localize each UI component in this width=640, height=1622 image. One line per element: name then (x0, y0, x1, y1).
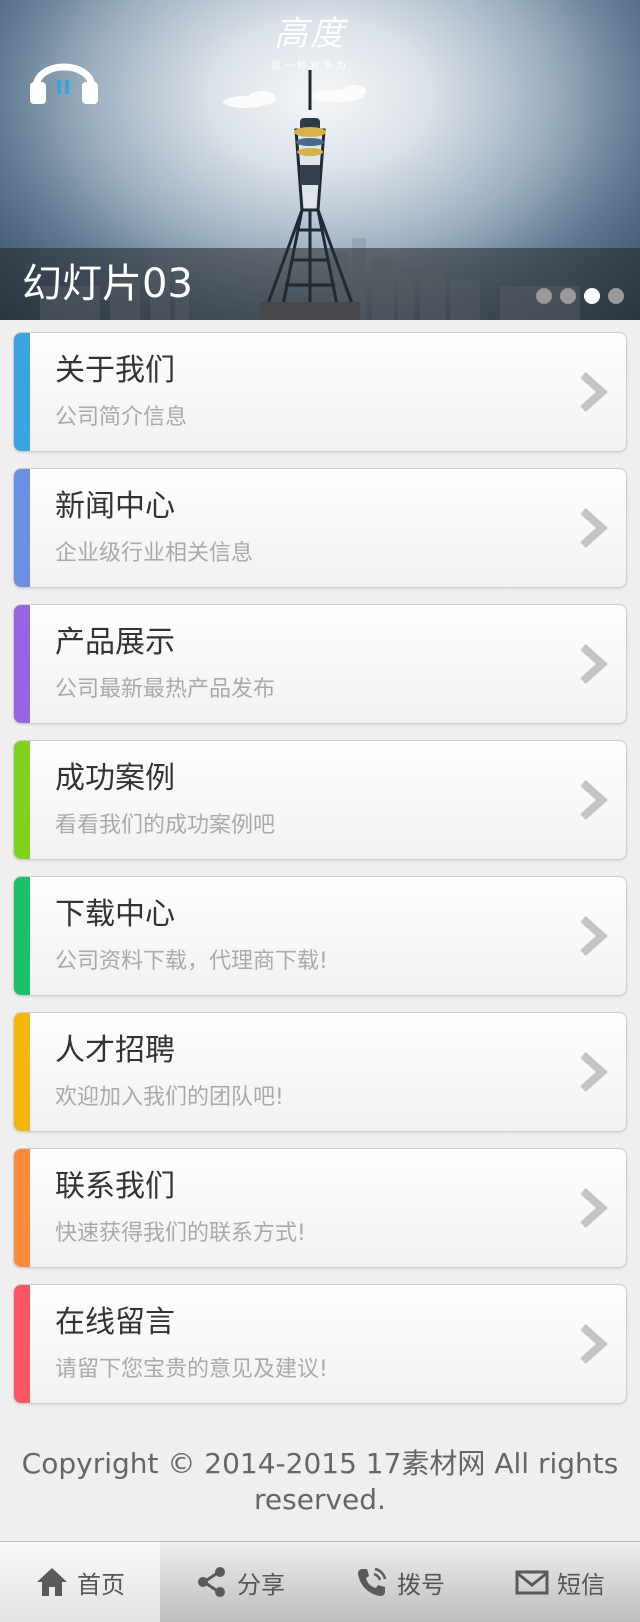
accent-bar (14, 605, 30, 723)
menu-item-title: 在线留言 (55, 1305, 175, 1340)
menu-item-title: 关于我们 (55, 353, 175, 388)
nav-home[interactable]: 首页 (0, 1542, 160, 1622)
nav-label: 首页 (77, 1570, 125, 1599)
menu-item-about[interactable]: 关于我们 公司简介信息 (13, 332, 627, 452)
menu-item-title: 联系我们 (55, 1169, 175, 1204)
menu-item-title: 产品展示 (55, 625, 175, 660)
share-icon (198, 1567, 225, 1597)
chevron-right-icon (580, 916, 608, 956)
chevron-right-icon (580, 1052, 608, 1092)
nav-label: 拨号 (397, 1570, 445, 1599)
menu-item-cases[interactable]: 成功案例 看看我们的成功案例吧 (13, 740, 627, 860)
menu-item-subtitle: 看看我们的成功案例吧 (55, 813, 276, 838)
accent-bar (14, 877, 30, 995)
menu-item-subtitle: 公司资料下载，代理商下载! (55, 949, 328, 974)
nav-sms[interactable]: 短信 (480, 1542, 640, 1622)
banner-slider[interactable]: 高度 是一种竞争力 幻灯片03 (0, 0, 640, 320)
nav-share[interactable]: 分享 (160, 1542, 320, 1622)
menu-item-subtitle: 欢迎加入我们的团队吧! (55, 1085, 284, 1110)
accent-bar (14, 1285, 30, 1403)
menu-list: 关于我们 公司简介信息 新闻中心 企业级行业相关信息 产品展示 公司最新最热产品… (13, 332, 627, 1420)
menu-item-subtitle: 企业级行业相关信息 (55, 541, 254, 566)
menu-item-title: 人才招聘 (55, 1033, 175, 1068)
menu-item-news[interactable]: 新闻中心 企业级行业相关信息 (13, 468, 627, 588)
slide-caption: 幻灯片03 (22, 261, 193, 307)
chevron-right-icon (580, 644, 608, 684)
copyright-text: Copyright © 2014-2015 17素材网 All rights r… (21, 1447, 619, 1516)
accent-bar (14, 741, 30, 859)
slide-dot-3[interactable] (584, 288, 600, 304)
slide-dot-1[interactable] (536, 288, 552, 304)
accent-bar (14, 1013, 30, 1131)
menu-item-subtitle: 请留下您宝贵的意见及建议! (55, 1357, 328, 1382)
brand-logo: 高度 是一种竞争力 (250, 6, 370, 72)
mail-icon (515, 1570, 549, 1595)
chevron-right-icon (580, 1188, 608, 1228)
chevron-right-icon (580, 1324, 608, 1364)
accent-bar (14, 469, 30, 587)
bottom-nav: 首页 分享 拨号 短信 (0, 1541, 640, 1622)
menu-item-title: 下载中心 (55, 897, 175, 932)
chevron-right-icon (580, 372, 608, 412)
menu-item-contact[interactable]: 联系我们 快速获得我们的联系方式! (13, 1148, 627, 1268)
menu-item-subtitle: 公司简介信息 (55, 405, 188, 430)
menu-item-subtitle: 公司最新最热产品发布 (55, 677, 276, 702)
slide-dot-2[interactable] (560, 288, 576, 304)
phone-icon (358, 1567, 387, 1596)
nav-label: 分享 (237, 1570, 285, 1599)
chevron-right-icon (580, 780, 608, 820)
accent-bar (14, 1149, 30, 1267)
headphone-icon[interactable] (28, 48, 100, 104)
chevron-right-icon (580, 508, 608, 548)
menu-item-title: 成功案例 (55, 761, 175, 796)
slide-indicator (536, 288, 624, 304)
menu-item-products[interactable]: 产品展示 公司最新最热产品发布 (13, 604, 627, 724)
brand-title: 高度 (274, 14, 346, 54)
nav-dial[interactable]: 拨号 (320, 1542, 480, 1622)
slide-dot-4[interactable] (608, 288, 624, 304)
home-icon (37, 1568, 67, 1596)
menu-item-downloads[interactable]: 下载中心 公司资料下载，代理商下载! (13, 876, 627, 996)
accent-bar (14, 333, 30, 451)
menu-item-title: 新闻中心 (55, 489, 175, 524)
menu-item-subtitle: 快速获得我们的联系方式! (55, 1221, 306, 1246)
menu-item-message[interactable]: 在线留言 请留下您宝贵的意见及建议! (13, 1284, 627, 1404)
menu-item-careers[interactable]: 人才招聘 欢迎加入我们的团队吧! (13, 1012, 627, 1132)
nav-label: 短信 (557, 1570, 605, 1599)
